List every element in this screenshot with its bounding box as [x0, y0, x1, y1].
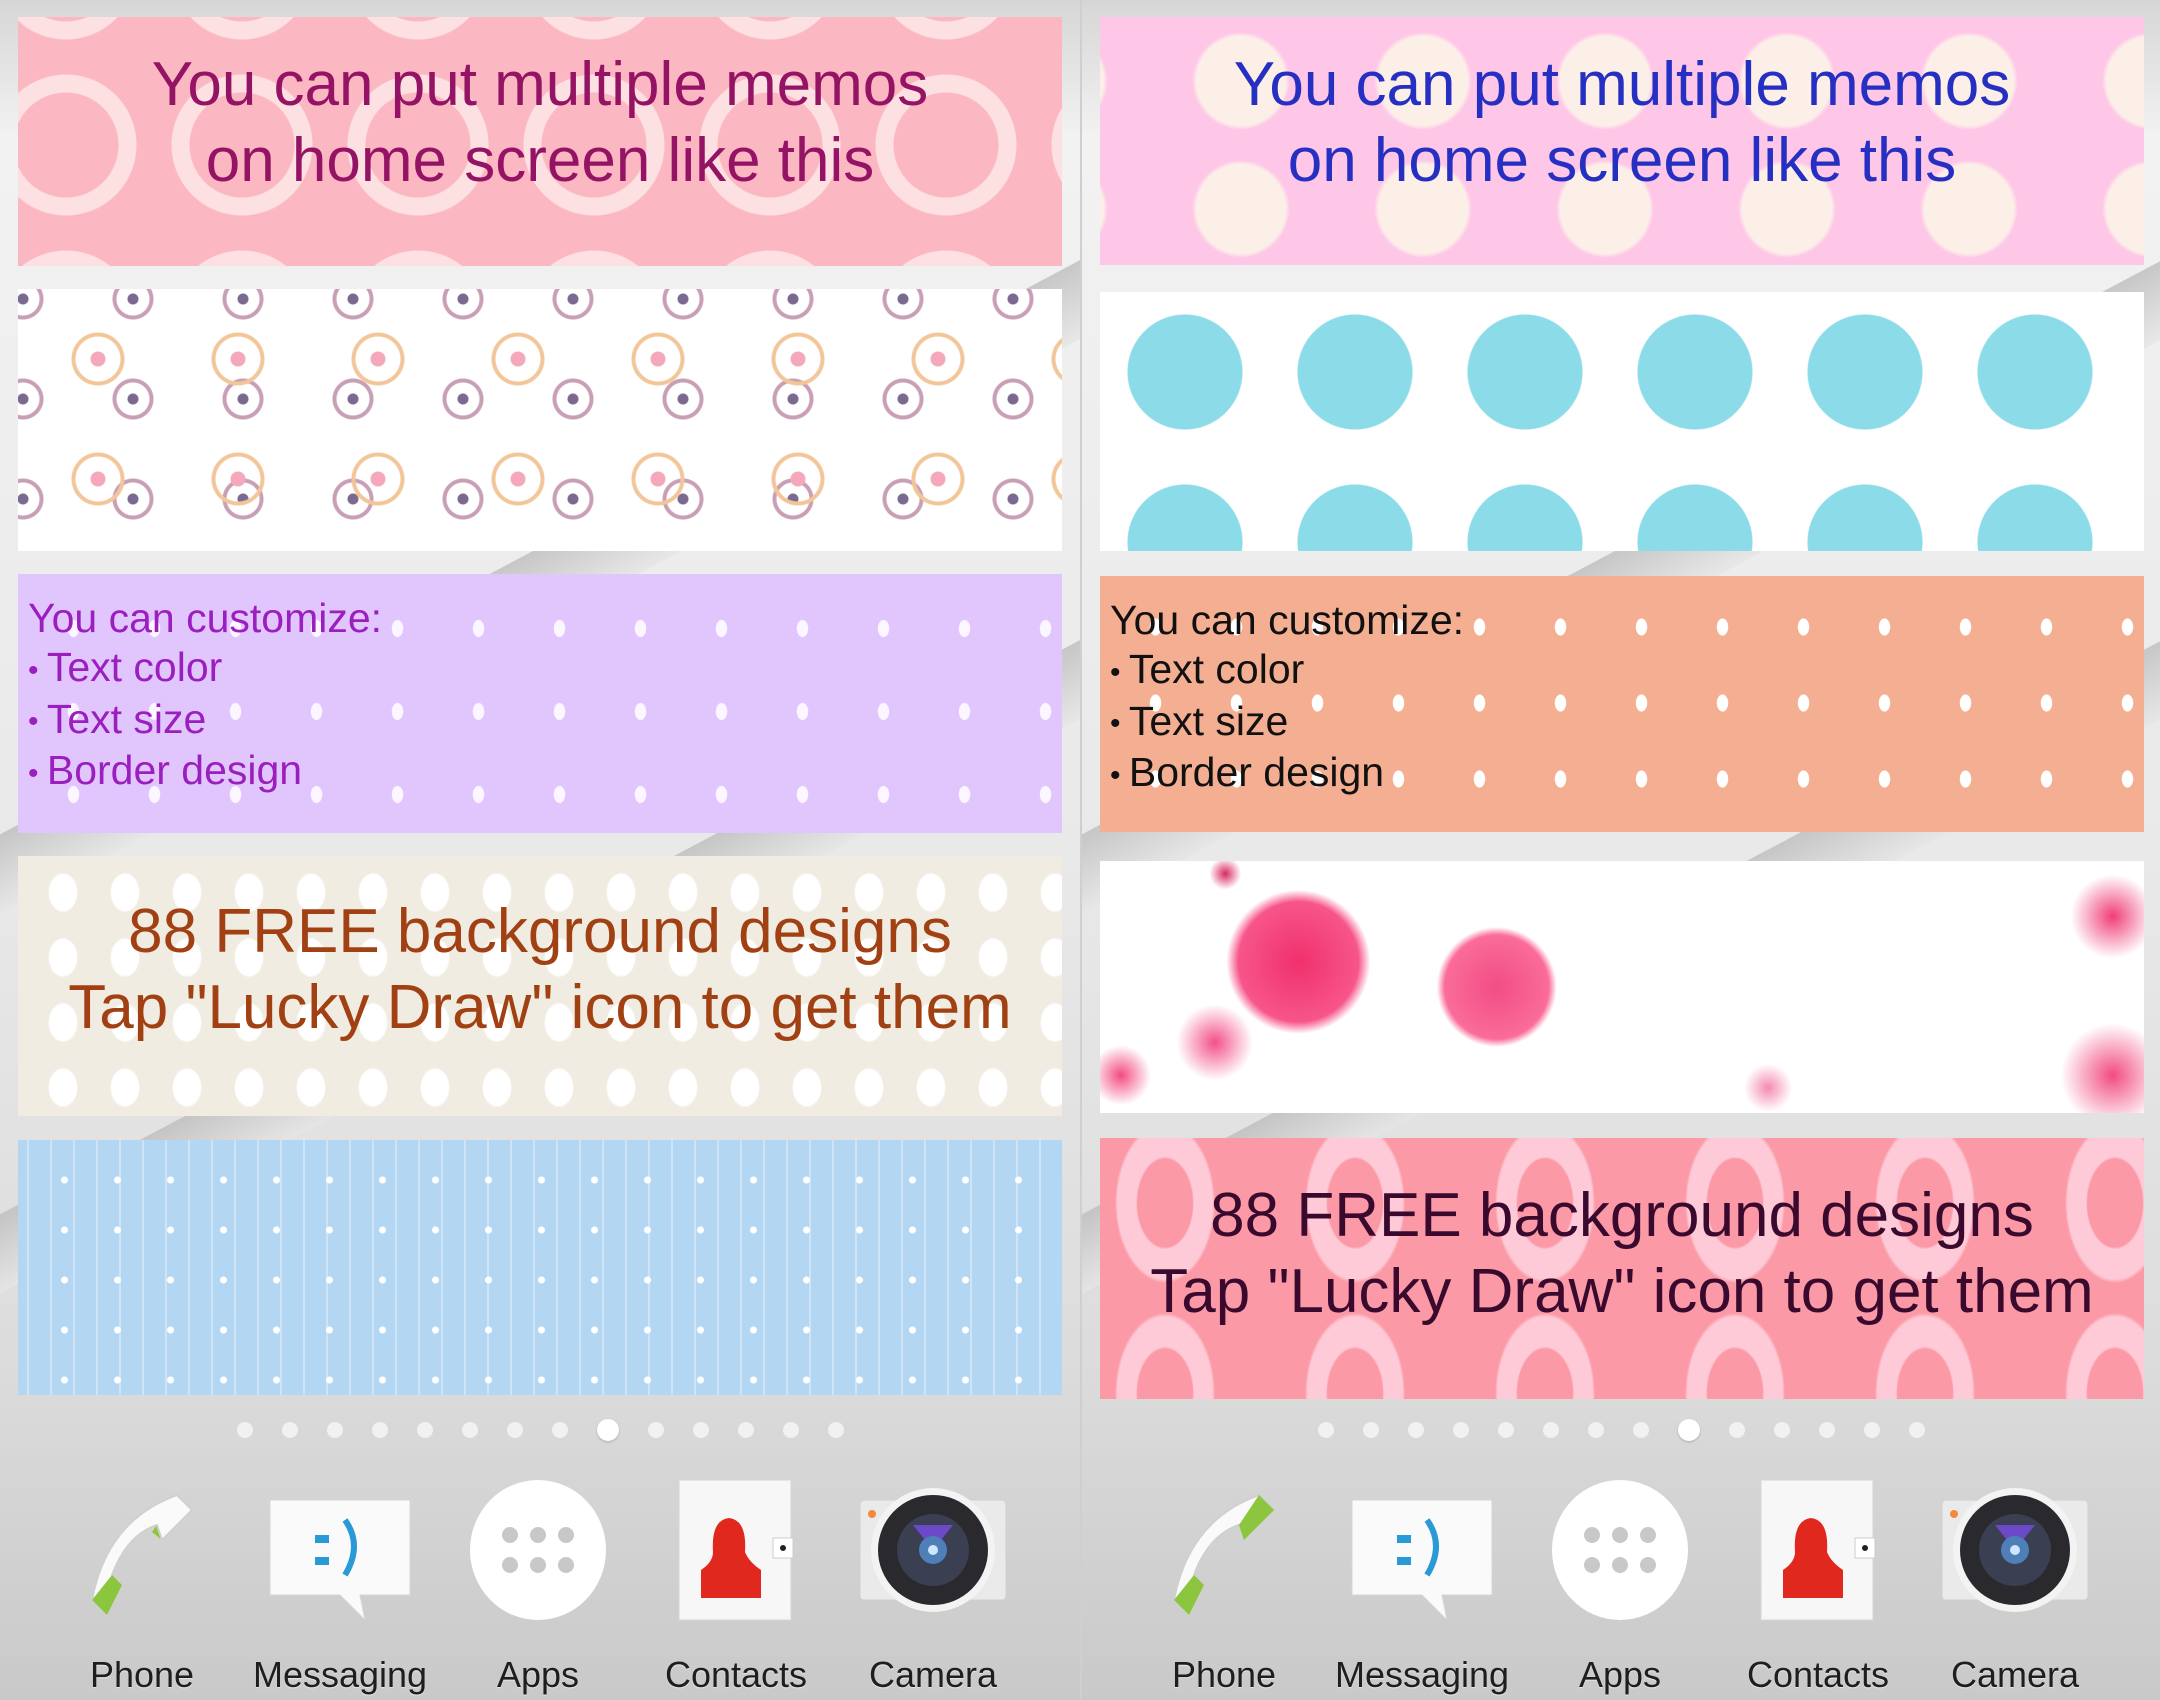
memo-widget[interactable]	[18, 289, 1062, 551]
dock-app-camera[interactable]: Camera	[838, 1480, 1028, 1696]
camera-icon	[1940, 1480, 2090, 1630]
page-indicator	[0, 1419, 1080, 1441]
page-dot[interactable]	[1632, 1422, 1649, 1438]
page-dot[interactable]	[827, 1422, 844, 1438]
page-dot[interactable]	[692, 1422, 709, 1438]
app-label: Contacts	[664, 1654, 808, 1695]
memo-list-item: Text color	[28, 643, 382, 695]
page-dot[interactable]	[1407, 1422, 1424, 1438]
apps-icon	[463, 1480, 613, 1630]
page-dot[interactable]	[1863, 1422, 1880, 1438]
page-dot[interactable]	[506, 1422, 523, 1438]
page-dot[interactable]	[371, 1422, 388, 1438]
dock-app-phone[interactable]: Phone	[47, 1480, 237, 1696]
contacts-icon	[1743, 1479, 1893, 1630]
phone-icon	[67, 1480, 217, 1630]
memo-widget[interactable]: You can put multiple memos on home scree…	[1100, 17, 2144, 265]
page-dot[interactable]	[1728, 1422, 1745, 1438]
phone-icon	[1149, 1480, 1299, 1630]
page-dot[interactable]	[281, 1422, 298, 1438]
dock-app-apps[interactable]: Apps	[1525, 1480, 1715, 1696]
page-dot[interactable]	[1362, 1422, 1379, 1438]
page-dot[interactable]	[1818, 1422, 1835, 1438]
page-dot[interactable]	[737, 1422, 754, 1438]
page-dot[interactable]	[326, 1422, 343, 1438]
memo-widget[interactable]	[18, 1140, 1062, 1395]
home-screen-left: You can put multiple memos on home scree…	[0, 0, 1080, 1700]
page-dot[interactable]	[1317, 1422, 1334, 1438]
dock-app-messaging[interactable]: Messaging	[1327, 1480, 1517, 1696]
page-indicator	[1082, 1419, 2160, 1441]
memo-text: You can put multiple memos on home scree…	[1100, 47, 2144, 199]
app-label: Camera	[868, 1654, 998, 1695]
dock-app-camera[interactable]: Camera	[1920, 1480, 2110, 1696]
memo-line: on home screen like this	[1287, 126, 1957, 195]
app-label: Messaging	[1334, 1654, 1510, 1695]
dock-app-contacts[interactable]: Contacts	[1723, 1479, 1913, 1696]
page-dot[interactable]	[461, 1422, 478, 1438]
page-dot[interactable]	[1452, 1422, 1469, 1438]
camera-icon	[858, 1480, 1008, 1630]
memo-line: Tap "Lucky Draw" icon to get them	[68, 973, 1012, 1042]
page-dot[interactable]	[1542, 1422, 1559, 1438]
dock-app-phone[interactable]: Phone	[1129, 1480, 1319, 1696]
memo-text: You can put multiple memos on home scree…	[18, 47, 1062, 199]
page-dot-active[interactable]	[596, 1419, 619, 1441]
app-label: Camera	[1950, 1654, 2080, 1695]
memo-widget[interactable]: You can customize: Text color Text size …	[18, 574, 1062, 833]
memo-list-item: Text color	[1110, 645, 1464, 697]
page-dot[interactable]	[782, 1422, 799, 1438]
home-screen-right: You can put multiple memos on home scree…	[1080, 0, 2160, 1700]
memo-list-item: Text size	[28, 695, 382, 747]
memo-list: You can customize: Text color Text size …	[28, 594, 382, 798]
app-dock: Phone Messaging Apps Contacts Camera	[1082, 1479, 2160, 1695]
contacts-icon	[661, 1479, 811, 1630]
memo-text: 88 FREE background designs Tap "Lucky Dr…	[1100, 1178, 2144, 1330]
messaging-icon	[265, 1480, 415, 1630]
page-dot[interactable]	[1773, 1422, 1790, 1438]
memo-heading: You can customize:	[1110, 597, 1465, 643]
memo-heading: You can customize:	[28, 595, 383, 641]
page-dot[interactable]	[1908, 1422, 1925, 1438]
app-label: Apps	[496, 1654, 580, 1695]
page-dot-active[interactable]	[1677, 1419, 1700, 1441]
memo-list-item: Border design	[28, 746, 382, 798]
memo-line: on home screen like this	[205, 126, 875, 195]
page-dot[interactable]	[647, 1422, 664, 1438]
page-dot[interactable]	[416, 1422, 433, 1438]
dock-app-contacts[interactable]: Contacts	[641, 1479, 831, 1696]
memo-text: 88 FREE background designs Tap "Lucky Dr…	[18, 894, 1062, 1046]
memo-widget[interactable]	[1100, 861, 2144, 1113]
memo-line: You can put multiple memos	[1233, 50, 2011, 119]
page-dot[interactable]	[1497, 1422, 1514, 1438]
app-label: Contacts	[1746, 1654, 1890, 1695]
memo-line: You can put multiple memos	[151, 50, 929, 119]
app-label: Messaging	[252, 1654, 428, 1695]
app-label: Phone	[89, 1654, 195, 1695]
memo-widget[interactable]: 88 FREE background designs Tap "Lucky Dr…	[1100, 1138, 2144, 1399]
app-label: Phone	[1171, 1654, 1277, 1695]
memo-list-item: Text size	[1110, 697, 1464, 749]
apps-icon	[1545, 1480, 1695, 1630]
dock-app-apps[interactable]: Apps	[443, 1480, 633, 1696]
memo-widget[interactable]: You can put multiple memos on home scree…	[18, 17, 1062, 266]
memo-list: You can customize: Text color Text size …	[1110, 596, 1464, 800]
page-dot[interactable]	[1587, 1422, 1604, 1438]
memo-line: 88 FREE background designs	[1210, 1181, 2034, 1250]
memo-list-item: Border design	[1110, 748, 1464, 800]
memo-widget[interactable]: 88 FREE background designs Tap "Lucky Dr…	[18, 856, 1062, 1116]
app-dock: Phone Messaging Apps Contacts Camera	[0, 1479, 1080, 1695]
memo-line: Tap "Lucky Draw" icon to get them	[1150, 1257, 2094, 1326]
messaging-icon	[1347, 1480, 1497, 1630]
page-dot[interactable]	[236, 1422, 253, 1438]
memo-widget[interactable]: You can customize: Text color Text size …	[1100, 576, 2144, 832]
memo-line: 88 FREE background designs	[128, 897, 952, 966]
page-dot[interactable]	[551, 1422, 568, 1438]
app-label: Apps	[1578, 1654, 1662, 1695]
memo-widget[interactable]	[1100, 292, 2144, 551]
dock-app-messaging[interactable]: Messaging	[245, 1480, 435, 1696]
